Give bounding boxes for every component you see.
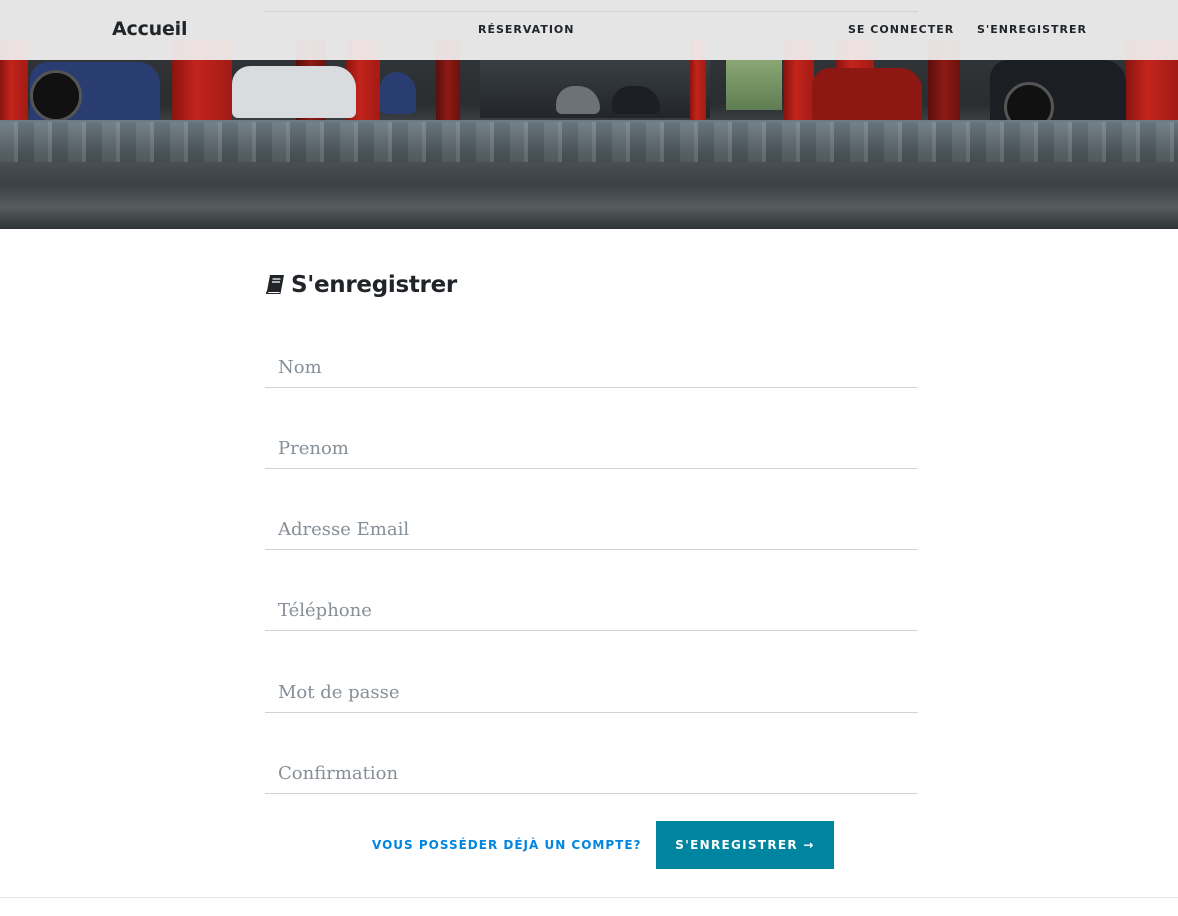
register-button[interactable]: S'ENREGISTRER → xyxy=(656,821,834,869)
hero-floor-reflection xyxy=(0,122,1178,162)
prenom-field[interactable] xyxy=(265,429,918,469)
password-field[interactable] xyxy=(265,673,918,713)
brand-home-link[interactable]: Accueil xyxy=(112,18,187,40)
hero-green-wall xyxy=(726,60,782,110)
nav-link-login[interactable]: SE CONNECTER xyxy=(848,23,954,36)
confirmation-field[interactable] xyxy=(265,754,918,794)
navbar-divider xyxy=(265,11,918,12)
telephone-field[interactable] xyxy=(265,591,918,631)
hero-car xyxy=(232,66,356,118)
existing-account-link[interactable]: VOUS POSSÉDER DÉJÀ UN COMPTE? xyxy=(372,838,642,852)
nav-link-register[interactable]: S'ENREGISTRER xyxy=(977,23,1087,36)
email-field[interactable] xyxy=(265,510,918,550)
navbar: Accueil RÉSERVATION SE CONNECTER S'ENREG… xyxy=(0,0,1178,60)
page-title-text: S'enregistrer xyxy=(291,272,457,298)
page-title: S'enregistrer xyxy=(265,272,457,298)
hero-car-wheel xyxy=(30,70,82,122)
hero-car xyxy=(380,72,416,114)
hero-car xyxy=(812,68,922,122)
book-icon xyxy=(265,274,285,296)
nav-link-reservation[interactable]: RÉSERVATION xyxy=(478,23,574,36)
nom-field[interactable] xyxy=(265,348,918,388)
footer-divider xyxy=(0,897,1178,898)
